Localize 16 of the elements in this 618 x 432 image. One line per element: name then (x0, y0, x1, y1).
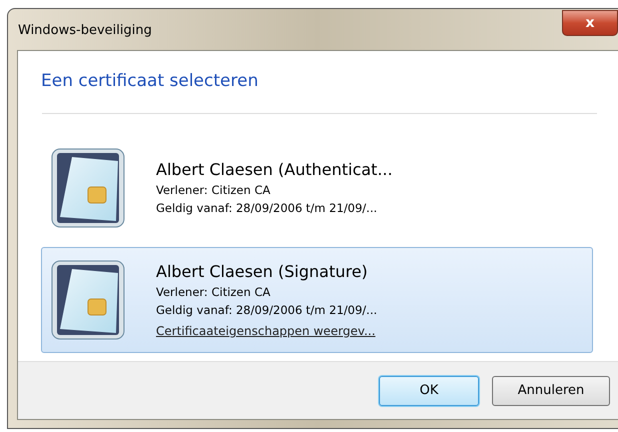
properties-link[interactable]: Certificaateigenschappen weergev... (156, 323, 376, 339)
certificate-item[interactable]: Albert Claesen (Authenticat... Verlener: Citizen CA Geldig vanaf: 28/09/2006 t/m 21/09/... (41, 135, 593, 241)
issuer-text: Verlener: Citizen CA (156, 284, 272, 301)
window-title: Windows-beveiliging (18, 22, 152, 40)
cancel-button[interactable]: Annuleren (492, 376, 610, 406)
dialog-heading: Een certificaat selecteren (41, 70, 260, 93)
certificate-name: Albert Claesen (Signature) (156, 261, 369, 283)
smart-card-icon (50, 147, 126, 229)
certificate-item[interactable]: Albert Claesen (Signature) Verlener: Citizen CA Geldig vanaf: 28/09/2006 t/m 21/09/... Certificaateigenschappen weergev... (41, 247, 593, 353)
ok-button[interactable]: OK (379, 376, 479, 406)
close-button[interactable]: x (562, 10, 618, 36)
issuer-text: Verlener: Citizen CA (156, 182, 272, 199)
validity-text: Geldig vanaf: 28/09/2006 t/m 21/09/... (156, 302, 378, 319)
smart-card-icon (50, 259, 126, 341)
certificate-name: Albert Claesen (Authenticat... (156, 159, 393, 181)
validity-text: Geldig vanaf: 28/09/2006 t/m 21/09/... (156, 200, 378, 217)
